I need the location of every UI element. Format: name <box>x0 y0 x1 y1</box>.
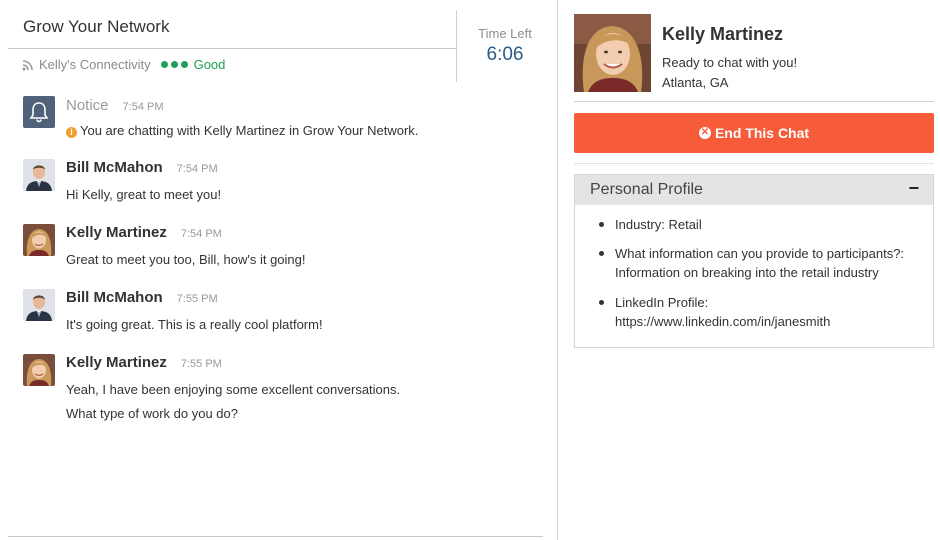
connectivity-indicator: Kelly's Connectivity Good <box>22 57 225 72</box>
minus-icon[interactable]: − <box>908 178 919 199</box>
profile-item-text: Information on breaking into the retail … <box>615 265 879 280</box>
personal-profile-section: Personal Profile − Industry: Retail What… <box>574 174 934 348</box>
chat-panel: Grow Your Network Kelly's Connectivity G… <box>0 0 558 540</box>
message-author: Bill McMahon <box>66 289 163 306</box>
message-text: Hi Kelly, great to meet you! <box>66 187 222 202</box>
bell-icon <box>23 96 55 128</box>
message-time: 7:55 PM <box>180 358 222 370</box>
message-author: Bill McMahon <box>66 159 163 176</box>
message-input-divider <box>8 536 543 537</box>
avatar-bill <box>23 159 55 191</box>
avatar-kelly <box>23 354 55 386</box>
avatar-bill <box>23 289 55 321</box>
message-text-line: Yeah, I have been enjoying some excellen… <box>66 382 401 397</box>
end-chat-button[interactable]: ✕ End This Chat <box>574 113 934 153</box>
header-vertical-divider <box>456 10 457 82</box>
connectivity-status: Good <box>193 57 226 72</box>
profile-header: Kelly Martinez Ready to chat with you! A… <box>574 14 934 92</box>
profile-photo <box>574 14 651 92</box>
linkedin-link[interactable]: https://www.linkedin.com/in/janesmith <box>615 312 922 331</box>
message-author: Notice <box>66 97 109 114</box>
avatar-kelly <box>23 224 55 256</box>
personal-profile-header[interactable]: Personal Profile − <box>575 175 933 205</box>
info-icon: i <box>66 127 77 138</box>
profile-status: Ready to chat with you! <box>662 55 798 70</box>
close-circle-icon: ✕ <box>698 127 711 139</box>
profile-item-text: What information can you provide to part… <box>615 246 905 261</box>
chat-header: Grow Your Network Kelly's Connectivity G… <box>8 10 456 82</box>
message-time: 7:55 PM <box>176 293 218 305</box>
chat-title: Grow Your Network <box>23 17 170 36</box>
wifi-icon <box>22 59 33 70</box>
message-time: 7:54 PM <box>176 163 218 175</box>
profile-item-text: Industry: Retail <box>615 217 702 232</box>
signal-dots-icon <box>160 61 188 68</box>
personal-profile-title: Personal Profile <box>590 181 703 198</box>
message-time: 7:54 PM <box>180 228 222 240</box>
message-author: Kelly Martinez <box>66 224 167 241</box>
end-chat-label: End This Chat <box>714 125 810 141</box>
message-text: Great to meet you too, Bill, how's it go… <box>66 252 306 267</box>
profile-item-information: What information can you provide to part… <box>597 244 922 282</box>
message-text: It's going great. This is a really cool … <box>66 317 323 332</box>
profile-divider <box>574 101 934 102</box>
profile-item-industry: Industry: Retail <box>597 215 922 234</box>
profile-panel: Kelly Martinez Ready to chat with you! A… <box>558 0 940 540</box>
end-chat-divider <box>574 163 934 164</box>
time-left-value: 6:06 <box>486 44 524 65</box>
message-text: Yeah, I have been enjoying some excellen… <box>66 380 536 424</box>
profile-item-linkedin: LinkedIn Profile: https://www.linkedin.c… <box>597 293 922 331</box>
profile-item-text: LinkedIn Profile: <box>615 295 709 310</box>
message-text-line: What type of work do you do? <box>66 406 238 421</box>
profile-location: Atlanta, GA <box>662 75 729 90</box>
time-left: Time Left 6:06 <box>462 26 548 66</box>
message-author: Kelly Martinez <box>66 354 167 371</box>
header-divider <box>8 48 456 49</box>
time-left-label: Time Left <box>478 26 532 41</box>
profile-name: Kelly Martinez <box>662 24 784 44</box>
message-text: You are chatting with Kelly Martinez in … <box>80 123 419 138</box>
message-time: 7:54 PM <box>122 101 164 113</box>
connectivity-label: Kelly's Connectivity <box>39 57 151 72</box>
